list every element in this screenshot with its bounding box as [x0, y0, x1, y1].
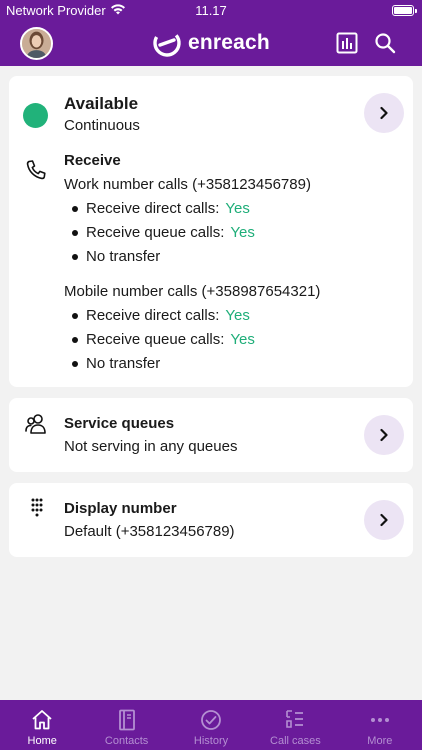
app-header: Network Provider 11.17 enreach: [0, 0, 422, 66]
home-icon: [30, 708, 54, 732]
list-item: Receive direct calls: Yes: [72, 307, 250, 324]
service-queues-open-button[interactable]: [364, 415, 404, 455]
work-queue-calls-value: Yes: [230, 224, 255, 241]
bullet: [72, 312, 78, 319]
work-direct-calls-value: Yes: [225, 200, 250, 217]
tab-bar: Home Contacts History Call cases More: [0, 700, 422, 750]
list-item: Receive direct calls: Yes: [72, 200, 250, 217]
tab-history[interactable]: History: [169, 700, 253, 750]
contacts-icon: [115, 708, 139, 732]
availability-status-dot: [23, 103, 48, 128]
work-number-title: Work number calls (+358123456789): [64, 176, 311, 193]
bullet: [72, 336, 78, 343]
dialpad-icon: [24, 497, 48, 521]
display-number-subtitle: Default (+358123456789): [64, 523, 235, 540]
availability-open-button[interactable]: [364, 93, 404, 133]
clock: 11.17: [195, 3, 227, 18]
tab-label: Contacts: [104, 735, 149, 747]
display-number-card[interactable]: Display number Default (+358123456789): [9, 483, 413, 557]
work-queue-calls-label: Receive queue calls:: [86, 224, 225, 241]
availability-title: Available: [64, 94, 139, 113]
mobile-direct-calls-label: Receive direct calls:: [86, 307, 220, 324]
phone-icon: [24, 158, 48, 182]
chevron-right-icon: [380, 513, 388, 527]
enreach-logo-icon: [153, 29, 181, 57]
statistics-icon[interactable]: [336, 32, 358, 54]
avatar[interactable]: [20, 27, 53, 60]
availability-subtitle: Continuous: [64, 117, 140, 134]
tab-label: Home: [27, 735, 57, 747]
chevron-right-icon: [380, 106, 388, 120]
list-item: No transfer: [72, 248, 160, 265]
display-number-title: Display number: [64, 500, 177, 517]
mobile-queue-calls-label: Receive queue calls:: [86, 331, 225, 348]
service-queues-card[interactable]: Service queues Not serving in any queues: [9, 398, 413, 472]
mobile-number-title: Mobile number calls (+358987654321): [64, 283, 321, 300]
bullet: [72, 253, 78, 260]
display-number-open-button[interactable]: [364, 500, 404, 540]
enreach-logo: enreach: [152, 28, 270, 58]
work-direct-calls-label: Receive direct calls:: [86, 200, 220, 217]
availability-card: Available Continuous Receive Work number…: [9, 76, 413, 387]
battery-icon: [392, 5, 417, 16]
bullet: [72, 229, 78, 236]
history-icon: [199, 708, 223, 732]
status-bar: Network Provider 11.17: [0, 0, 422, 22]
bullet: [72, 360, 78, 367]
tab-call-cases[interactable]: Call cases: [253, 700, 337, 750]
people-icon: [24, 412, 48, 436]
bullet: [72, 205, 78, 212]
more-icon: [368, 708, 392, 732]
logo-text: enreach: [188, 31, 270, 54]
mobile-direct-calls-value: Yes: [225, 307, 250, 324]
call-cases-icon: [283, 708, 307, 732]
work-transfer-label: No transfer: [86, 248, 161, 265]
tab-label: History: [193, 735, 229, 747]
mobile-transfer-label: No transfer: [86, 355, 161, 372]
tab-home[interactable]: Home: [0, 700, 84, 750]
list-item: No transfer: [72, 355, 160, 372]
tab-label: Call cases: [270, 735, 321, 747]
chevron-right-icon: [380, 428, 388, 442]
list-item: Receive queue calls: Yes: [72, 331, 255, 348]
tab-label: More: [367, 735, 393, 747]
receive-title: Receive: [64, 152, 121, 169]
service-queues-title: Service queues: [64, 415, 175, 432]
service-queues-subtitle: Not serving in any queues: [64, 438, 238, 455]
list-item: Receive queue calls: Yes: [72, 224, 255, 241]
tab-more[interactable]: More: [338, 700, 422, 750]
mobile-queue-calls-value: Yes: [230, 331, 255, 348]
search-icon[interactable]: [374, 32, 396, 54]
tab-contacts[interactable]: Contacts: [84, 700, 168, 750]
